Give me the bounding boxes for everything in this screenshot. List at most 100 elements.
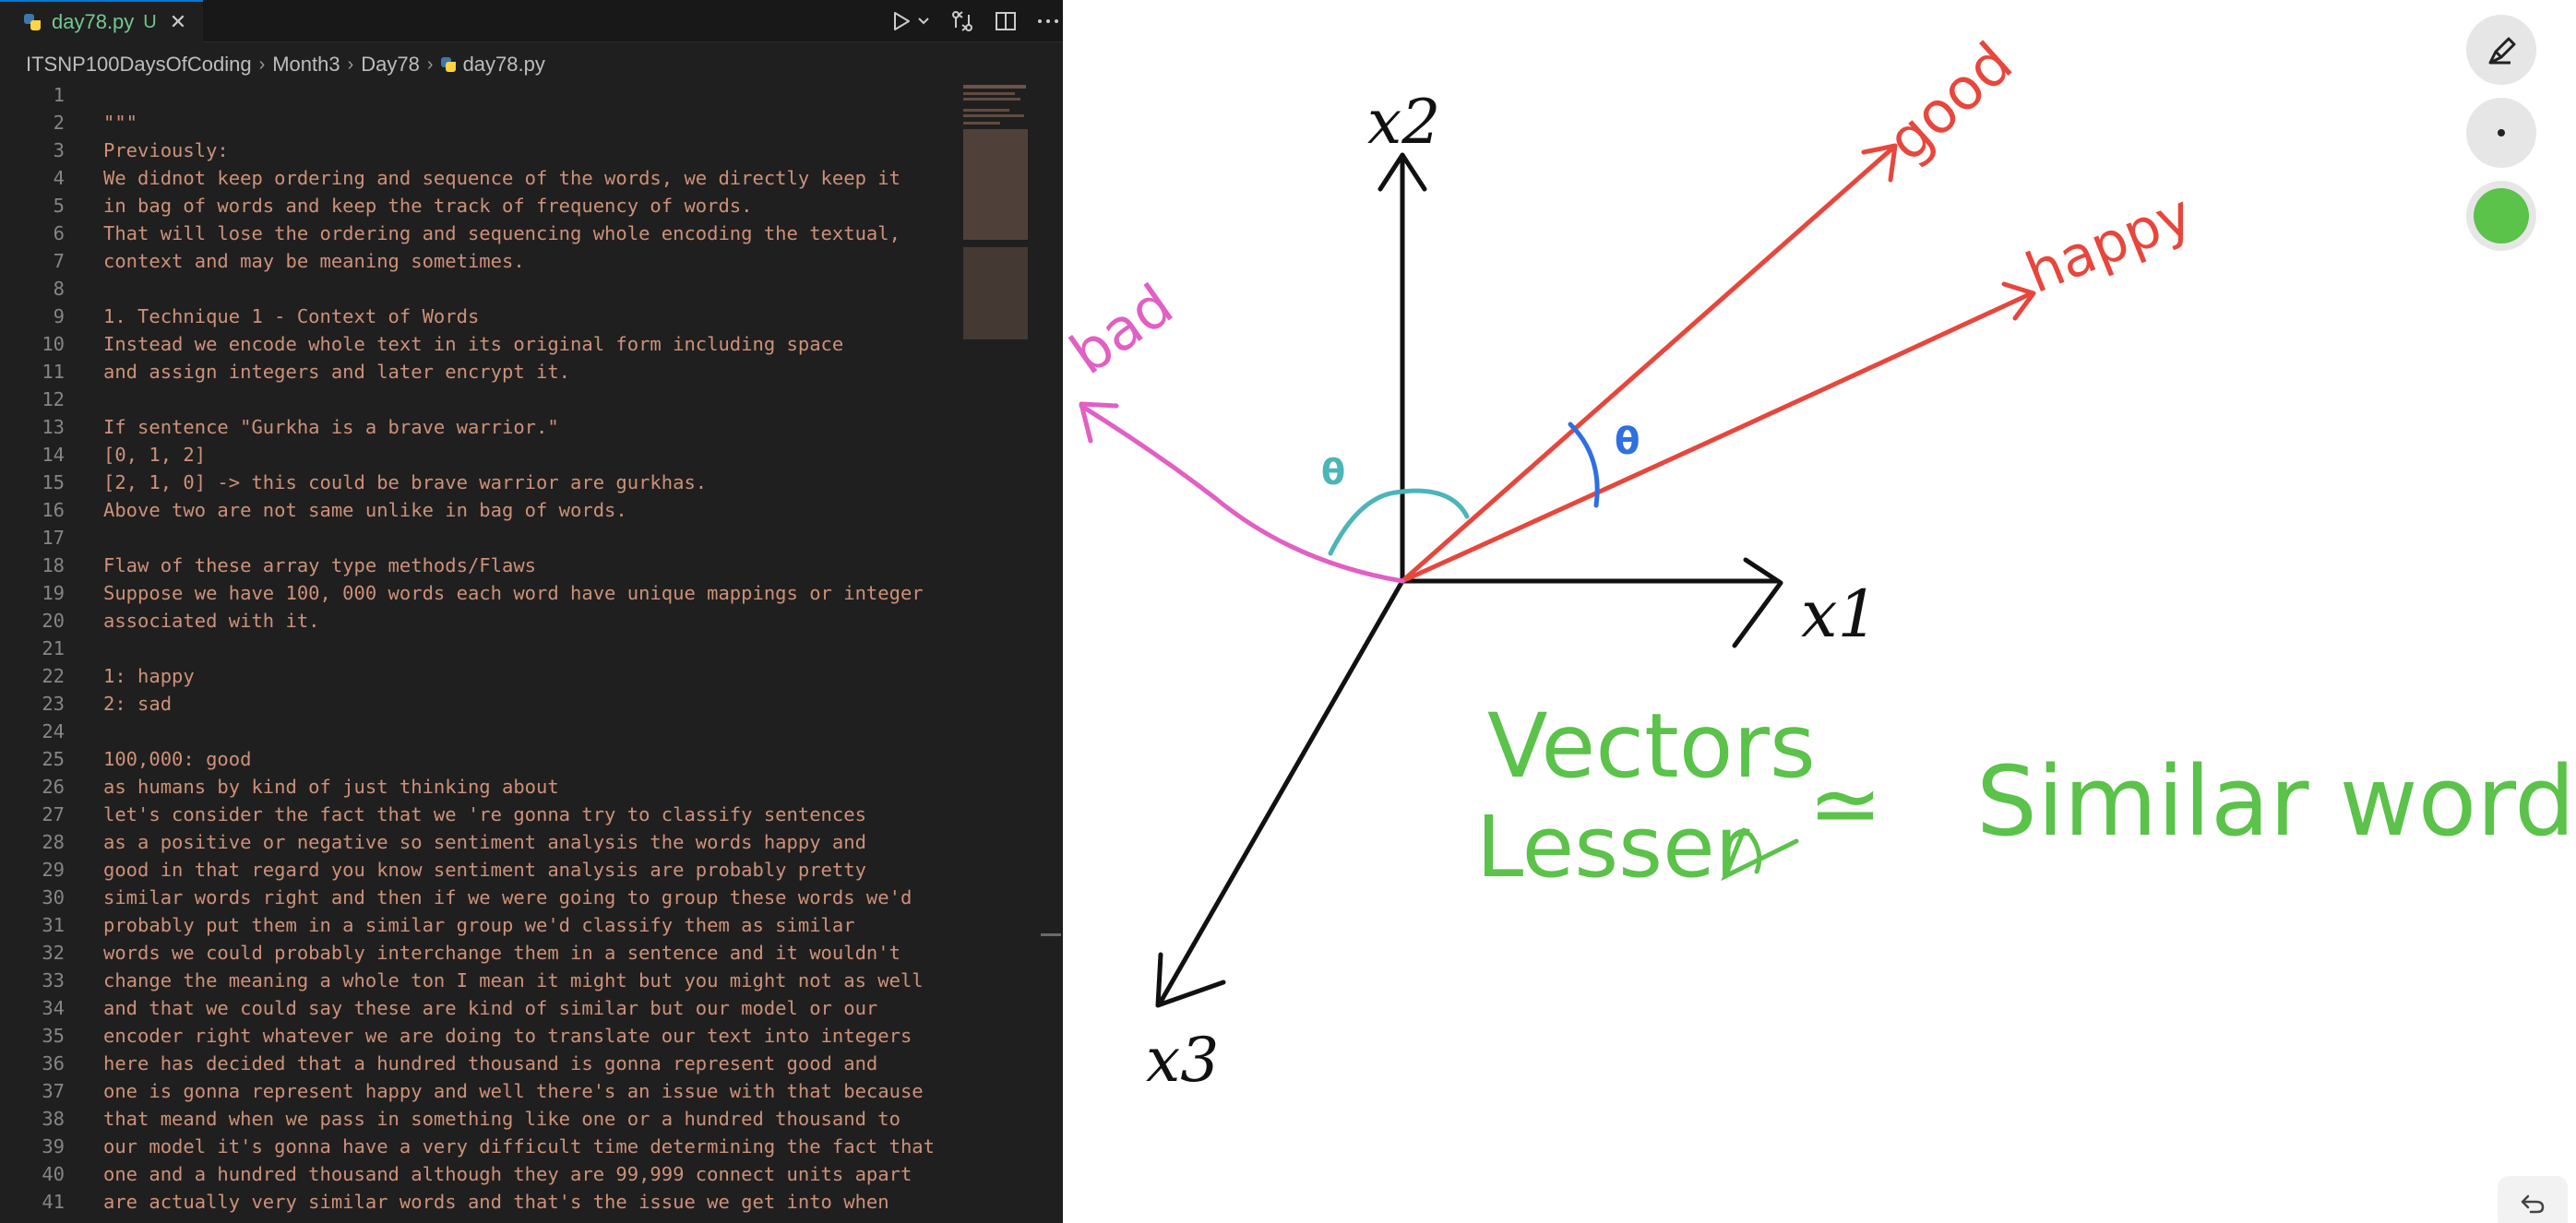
line-number: 23 (42, 693, 65, 715)
line-number: 38 (42, 1108, 65, 1130)
code-text[interactable]: encoder right whatever we are doing to t… (103, 1025, 912, 1047)
code-line[interactable]: 4 We didnot keep ordering and sequence of… (0, 164, 960, 192)
code-text[interactable]: that meand when we pass in something lik… (103, 1108, 900, 1130)
code-text[interactable]: probably put them in a similar group we'… (103, 914, 855, 936)
code-text[interactable]: Flaw of these array type methods/Flaws (103, 554, 536, 576)
tab-day78-py[interactable]: day78.py U ✕ (0, 0, 203, 42)
more-actions-button[interactable] (1037, 17, 1059, 26)
code-text[interactable]: If sentence "Gurkha is a brave warrior." (103, 416, 559, 438)
code-text[interactable]: let's consider the fact that we 're gonn… (103, 803, 866, 825)
color-picker-button[interactable] (2466, 181, 2536, 251)
code-text[interactable]: our model it's gonna have a very difficu… (103, 1135, 935, 1158)
breadcrumb-item[interactable]: ITSNP100DaysOfCoding (26, 53, 252, 77)
code-line[interactable]: 16 Above two are not same unlike in bag o… (0, 496, 960, 524)
code-text[interactable]: one is gonna represent happy and well th… (103, 1080, 924, 1102)
code-line[interactable]: 39 our model it's gonna have a very diffi… (0, 1133, 960, 1160)
code-line[interactable]: 18 Flaw of these array type methods/Flaws (0, 552, 960, 579)
breadcrumb-item[interactable]: Month3 (272, 53, 340, 77)
code-text[interactable]: in bag of words and keep the track of fr… (103, 195, 753, 217)
code-line[interactable]: 6 That will lose the ordering and sequenc… (0, 220, 960, 247)
code-line[interactable]: 40 one and a hundred thousand although th… (0, 1160, 960, 1188)
code-line[interactable]: 31 probably put them in a similar group w… (0, 911, 960, 939)
line-number: 30 (42, 886, 65, 908)
code-text[interactable]: one and a hundred thousand although they… (103, 1163, 912, 1185)
code-line[interactable]: 7 context and may be meaning sometimes. (0, 247, 960, 275)
code-line[interactable]: 17 (0, 524, 960, 552)
code-text[interactable]: Suppose we have 100, 000 words each word… (103, 582, 924, 604)
code-line[interactable]: 20 associated with it. (0, 607, 960, 635)
code-line[interactable]: 14 [0, 1, 2] (0, 441, 960, 469)
code-lines[interactable]: 1 2 """ 3 Previously: 4 We didnot keep orderin… (0, 81, 960, 1216)
code-text[interactable]: """ (103, 112, 137, 134)
code-line[interactable]: 23 2: sad (0, 690, 960, 718)
code-text[interactable]: good in that regard you know sentiment a… (103, 859, 866, 881)
code-text[interactable]: here has decided that a hundred thousand… (103, 1052, 877, 1075)
code-line[interactable]: 29 good in that regard you know sentiment… (0, 856, 960, 884)
code-line[interactable]: 12 (0, 386, 960, 413)
code-line[interactable]: 36 here has decided that a hundred thousa… (0, 1050, 960, 1077)
code-line[interactable]: 32 words we could probably interchange th… (0, 939, 960, 967)
code-text[interactable]: 100,000: good (103, 748, 251, 770)
code-text[interactable]: as a positive or negative so sentiment a… (103, 831, 866, 853)
chevron-down-icon[interactable] (917, 17, 930, 26)
run-button[interactable] (891, 10, 930, 32)
large-angle-label: θ (1321, 452, 1345, 493)
code-text[interactable]: We didnot keep ordering and sequence of … (103, 167, 900, 189)
code-text[interactable]: are actually very similar words and that… (103, 1191, 889, 1213)
code-line[interactable]: 3 Previously: (0, 137, 960, 164)
code-line[interactable]: 37 one is gonna represent happy and well … (0, 1077, 960, 1105)
code-text[interactable]: Instead we encode whole text in its orig… (103, 333, 843, 355)
code-text[interactable]: 1: happy (103, 665, 195, 687)
code-line[interactable]: 10 Instead we encode whole text in its or… (0, 330, 960, 358)
close-icon[interactable]: ✕ (170, 11, 186, 34)
code-line[interactable]: 26 as humans by kind of just thinking abo… (0, 773, 960, 801)
code-line[interactable]: 34 and that we could say these are kind o… (0, 994, 960, 1022)
code-text[interactable]: words we could probably interchange them… (103, 942, 900, 964)
open-changes-button[interactable] (950, 9, 974, 33)
code-text[interactable]: 1. Technique 1 - Context of Words (103, 305, 479, 327)
drawing-canvas[interactable]: x2 x1 x3 good happy bad θ θ Vectors Less… (1063, 0, 2576, 1223)
code-line[interactable]: 11 and assign integers and later encrypt … (0, 358, 960, 386)
code-text[interactable]: [0, 1, 2] (103, 444, 206, 466)
code-line[interactable]: 13 If sentence "Gurkha is a brave warrior… (0, 413, 960, 441)
code-text[interactable]: similar words right and then if we were … (103, 886, 912, 908)
code-line[interactable]: 9 1. Technique 1 - Context of Words (0, 303, 960, 330)
code-text[interactable]: as humans by kind of just thinking about (103, 776, 559, 798)
split-editor-button[interactable] (995, 10, 1017, 32)
minimap[interactable] (960, 81, 1033, 339)
undo-button[interactable] (2498, 1176, 2568, 1223)
code-line[interactable]: 38 that meand when we pass in something l… (0, 1105, 960, 1133)
code-line[interactable]: 8 (0, 275, 960, 303)
pen-tool-button[interactable] (2466, 15, 2536, 85)
code-text[interactable]: and that we could say these are kind of … (103, 997, 877, 1019)
code-line[interactable]: 22 1: happy (0, 662, 960, 690)
code-text[interactable]: associated with it. (103, 610, 320, 632)
code-line[interactable]: 28 as a positive or negative so sentiment… (0, 828, 960, 856)
code-line[interactable]: 19 Suppose we have 100, 000 words each wo… (0, 579, 960, 607)
code-line[interactable]: 21 (0, 635, 960, 662)
code-text[interactable]: and assign integers and later encrypt it… (103, 361, 570, 383)
code-line[interactable]: 33 change the meaning a whole ton I mean … (0, 967, 960, 994)
stroke-size-button[interactable] (2466, 98, 2536, 168)
breadcrumb-item[interactable]: Day78 (361, 53, 420, 77)
code-text[interactable]: That will lose the ordering and sequenci… (103, 222, 900, 244)
code-line[interactable]: 24 (0, 718, 960, 745)
code-text[interactable]: change the meaning a whole ton I mean it… (103, 969, 924, 991)
code-line[interactable]: 2 """ (0, 109, 960, 137)
scrollbar[interactable] (1041, 81, 1061, 1223)
code-text[interactable]: [2, 1, 0] -> this could be brave warrior… (103, 471, 707, 493)
code-line[interactable]: 41 are actually very similar words and th… (0, 1188, 960, 1216)
code-line[interactable]: 1 (0, 81, 960, 109)
code-line[interactable]: 15 [2, 1, 0] -> this could be brave warri… (0, 469, 960, 496)
code-text[interactable]: 2: sad (103, 693, 172, 715)
code-line[interactable]: 27 let's consider the fact that we 're go… (0, 801, 960, 828)
code-line[interactable]: 25 100,000: good (0, 745, 960, 773)
whiteboard[interactable]: x2 x1 x3 good happy bad θ θ Vectors Less… (1063, 0, 2576, 1223)
code-line[interactable]: 5 in bag of words and keep the track of f… (0, 192, 960, 220)
breadcrumb-item[interactable]: day78.py (463, 53, 545, 77)
code-text[interactable]: Above two are not same unlike in bag of … (103, 499, 627, 521)
code-line[interactable]: 35 encoder right whatever we are doing to… (0, 1022, 960, 1050)
code-text[interactable]: Previously: (103, 139, 229, 161)
code-text[interactable]: context and may be meaning sometimes. (103, 250, 525, 272)
code-line[interactable]: 30 similar words right and then if we wer… (0, 884, 960, 911)
